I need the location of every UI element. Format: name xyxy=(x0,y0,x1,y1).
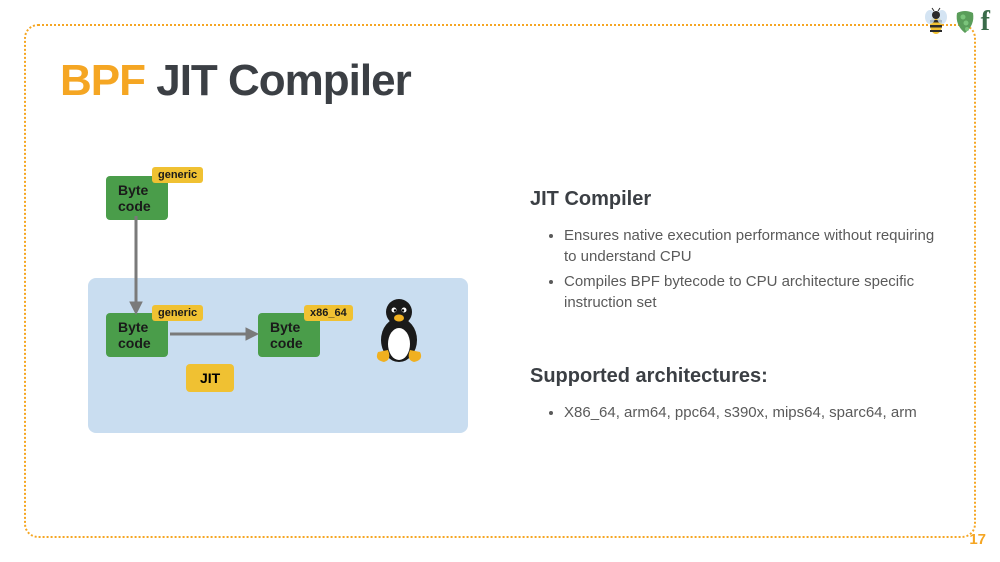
section-1-list: Ensures native execution performance wit… xyxy=(530,225,950,313)
f-logo: f xyxy=(981,6,990,38)
list-item: Compiles BPF bytecode to CPU architectur… xyxy=(564,271,950,313)
list-item: Ensures native execution performance wit… xyxy=(564,225,950,267)
arrow-down xyxy=(128,216,144,316)
diagram: Byte code generic Byte code generic Byte… xyxy=(88,168,468,443)
slide-title: BPF JIT Compiler xyxy=(60,56,411,106)
page-number: 17 xyxy=(969,531,986,548)
content-column: JIT Compiler Ensures native execution pe… xyxy=(530,188,950,427)
generic-tag-2: generic xyxy=(152,305,203,321)
arrow-right xyxy=(170,326,260,342)
tux-icon xyxy=(370,296,428,364)
generic-tag-1: generic xyxy=(152,167,203,183)
section-1-heading: JIT Compiler xyxy=(530,188,950,211)
list-item: X86_64, arm64, ppc64, s390x, mips64, spa… xyxy=(564,402,950,423)
title-highlight: BPF xyxy=(60,56,145,105)
section-2-list: X86_64, arm64, ppc64, s390x, mips64, spa… xyxy=(530,402,950,423)
title-rest: JIT Compiler xyxy=(145,56,411,105)
section-2: Supported architectures: X86_64, arm64, … xyxy=(530,365,950,423)
x86-tag: x86_64 xyxy=(304,305,353,321)
pea-icon xyxy=(953,7,977,37)
header-logos: f xyxy=(923,6,990,38)
bee-icon xyxy=(923,7,949,37)
section-1: JIT Compiler Ensures native execution pe… xyxy=(530,188,950,313)
section-2-heading: Supported architectures: xyxy=(530,365,950,388)
jit-box: JIT xyxy=(186,364,234,392)
